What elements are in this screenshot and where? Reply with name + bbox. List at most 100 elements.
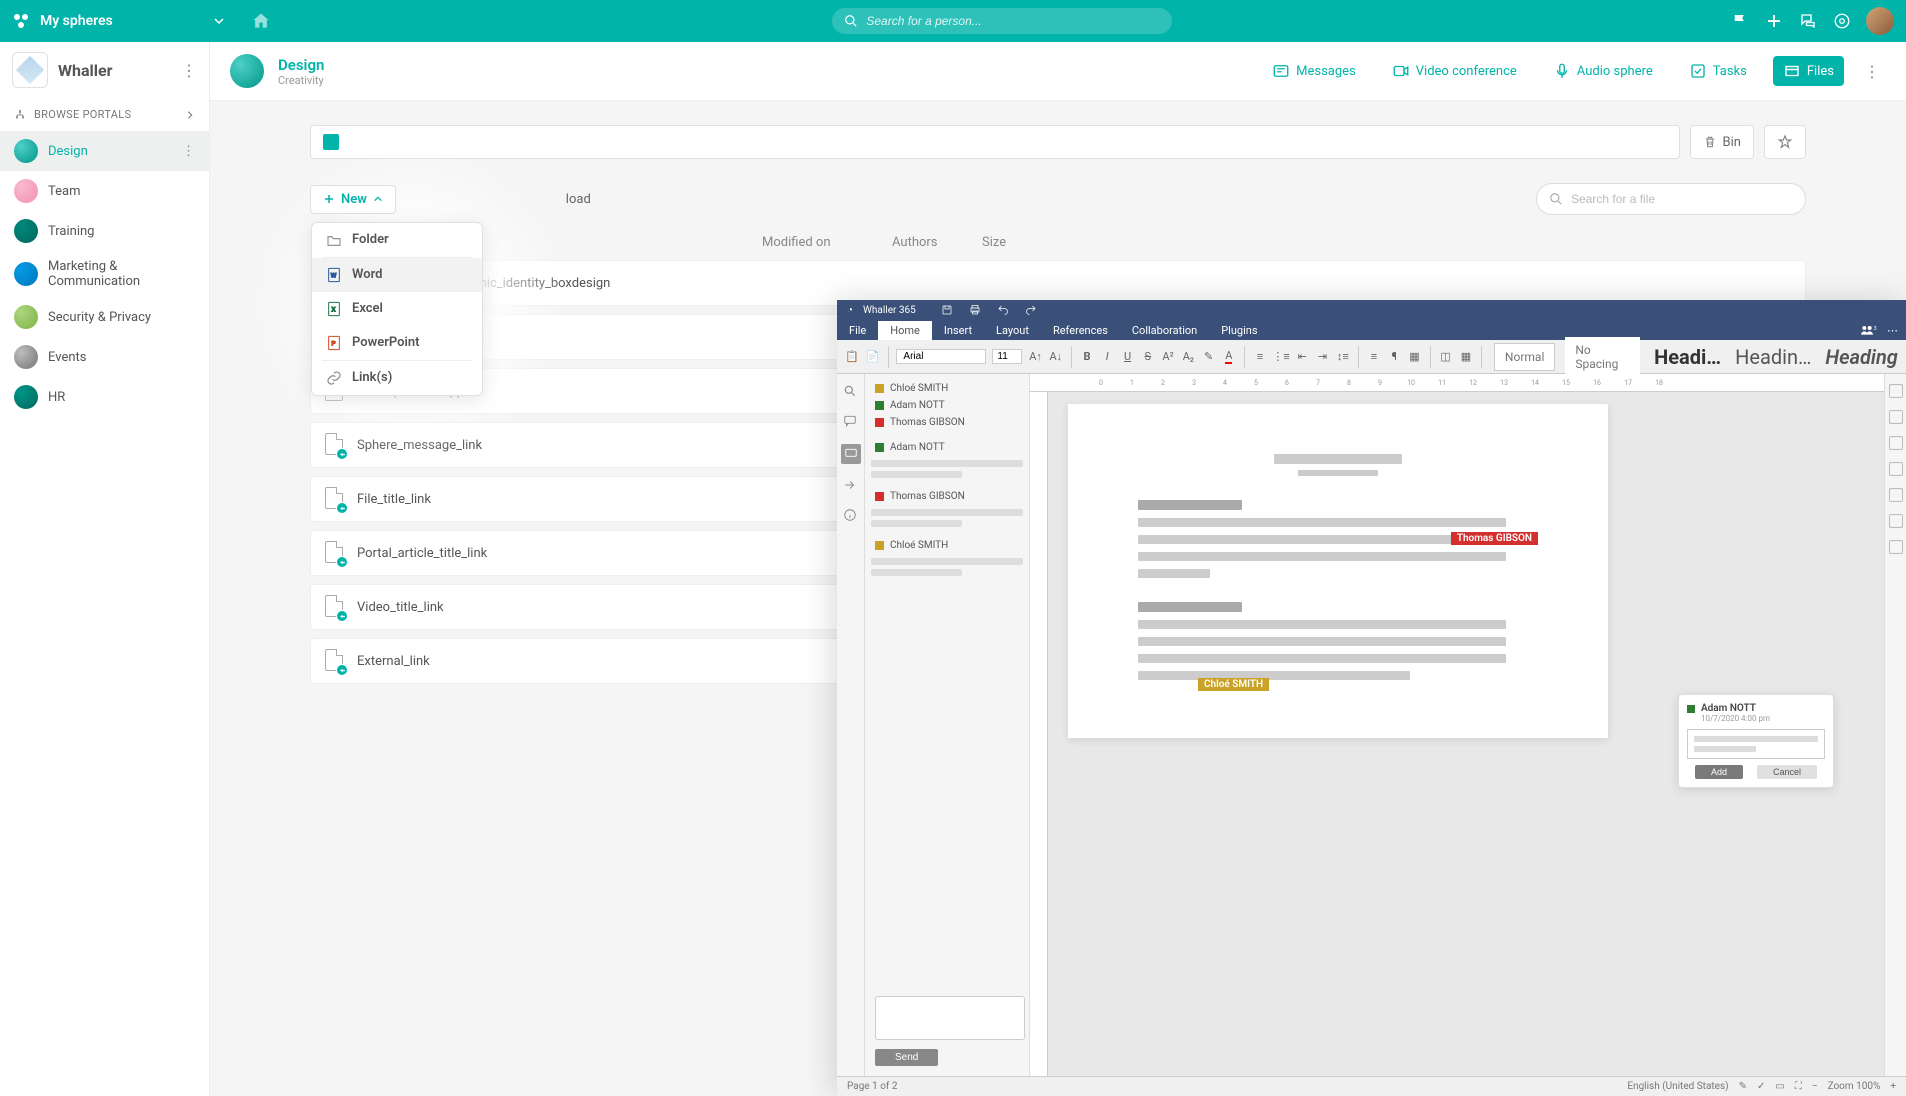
help-icon[interactable] xyxy=(1832,11,1852,31)
editor-feedback-icon[interactable] xyxy=(843,478,859,494)
font-size-select[interactable] xyxy=(992,349,1022,364)
nav-tasks[interactable]: Tasks xyxy=(1679,56,1757,86)
editor-search-icon[interactable] xyxy=(843,384,859,400)
file-search[interactable] xyxy=(1536,183,1806,215)
sidebar-item-design[interactable]: Design⋮ xyxy=(0,131,209,171)
rightrail-btn-2[interactable] xyxy=(1889,410,1903,424)
item-menu-icon[interactable]: ⋮ xyxy=(182,144,195,159)
new-powerpoint-item[interactable]: P PowerPoint xyxy=(312,326,482,360)
editor-document-area[interactable]: 0123456789101112131415161718 Thomas GIBS… xyxy=(1030,374,1884,1076)
indent-icon[interactable]: ⇥ xyxy=(1315,349,1329,365)
editor-info-icon[interactable] xyxy=(843,508,859,524)
increase-font-icon[interactable]: A↑ xyxy=(1028,349,1042,365)
col-authors[interactable]: Authors xyxy=(892,235,982,250)
subscript-icon[interactable]: A₂ xyxy=(1181,349,1195,365)
comment-add-button[interactable]: Add xyxy=(1695,765,1743,779)
chat-icon[interactable] xyxy=(1798,11,1818,31)
col-size[interactable]: Size xyxy=(982,235,1042,250)
menu-collaboration[interactable]: Collaboration xyxy=(1120,321,1209,340)
bullets-icon[interactable]: ≡ xyxy=(1253,349,1267,365)
comment-thread[interactable]: Chloé SMITH xyxy=(871,537,1023,576)
horizontal-ruler[interactable]: 0123456789101112131415161718 xyxy=(1030,374,1884,392)
paste-icon[interactable]: 📄 xyxy=(865,349,879,365)
rightrail-btn-1[interactable] xyxy=(1889,384,1903,398)
browse-portals[interactable]: BROWSE PORTALS xyxy=(0,98,209,131)
outdent-icon[interactable]: ⇤ xyxy=(1295,349,1309,365)
menu-home[interactable]: Home xyxy=(878,321,932,340)
underline-icon[interactable]: U xyxy=(1120,349,1134,365)
zoom-in-icon[interactable]: + xyxy=(1890,1081,1896,1092)
print-icon[interactable] xyxy=(968,303,982,317)
sidebar-item-marketing-communication[interactable]: Marketing & Communication xyxy=(0,251,209,297)
editor-settings-icon[interactable]: ⋯ xyxy=(1887,324,1898,337)
share-users-icon[interactable]: 3 xyxy=(1859,324,1879,337)
nav-messages[interactable]: Messages xyxy=(1262,56,1366,86)
fit-width-icon[interactable]: ⛶ xyxy=(1795,1081,1802,1092)
new-word-item[interactable]: W Word xyxy=(312,258,482,292)
strike-icon[interactable]: S xyxy=(1141,349,1155,365)
favorite-button[interactable] xyxy=(1764,125,1806,159)
insert-shape-icon[interactable]: ◫ xyxy=(1439,349,1453,365)
italic-icon[interactable]: I xyxy=(1100,349,1114,365)
style-heading-2[interactable]: Headin… xyxy=(1735,345,1811,369)
menu-file[interactable]: File xyxy=(837,321,878,340)
nav-audio-sphere[interactable]: Audio sphere xyxy=(1543,56,1663,86)
upload-button-partial[interactable]: load xyxy=(566,192,591,207)
rightrail-btn-3[interactable] xyxy=(1889,436,1903,450)
comment-cancel-button[interactable]: Cancel xyxy=(1757,765,1817,779)
language-select[interactable]: English (United States) xyxy=(1627,1081,1728,1092)
zoom-out-icon[interactable]: − xyxy=(1812,1081,1818,1092)
new-link-item[interactable]: Link(s) xyxy=(312,361,482,395)
org-menu-icon[interactable]: ⋮ xyxy=(181,61,197,80)
fit-page-icon[interactable]: ▭ xyxy=(1775,1081,1784,1092)
numbering-icon[interactable]: ⋮≡ xyxy=(1273,349,1289,365)
rightrail-btn-4[interactable] xyxy=(1889,462,1903,476)
rightrail-btn-7[interactable] xyxy=(1889,540,1903,554)
comment-thread[interactable]: Thomas GIBSON xyxy=(871,488,1023,527)
send-button[interactable]: Send xyxy=(875,1049,938,1066)
style-heading-1[interactable]: Headi… xyxy=(1654,345,1721,369)
comment-thread[interactable]: Adam NOTT xyxy=(871,439,1023,478)
style-nospacing[interactable]: No Spacing xyxy=(1565,337,1640,377)
decrease-font-icon[interactable]: A↓ xyxy=(1049,349,1063,365)
chevron-down-icon[interactable] xyxy=(213,15,225,27)
rightrail-btn-5[interactable] xyxy=(1889,488,1903,502)
new-button[interactable]: New Folder W Word X xyxy=(310,185,396,214)
insert-table-icon[interactable]: ▦ xyxy=(1459,349,1473,365)
style-heading-3[interactable]: Heading xyxy=(1825,345,1897,369)
editor-comments-icon[interactable] xyxy=(843,414,859,430)
my-spheres-dropdown[interactable]: My spheres xyxy=(40,13,113,29)
font-select[interactable] xyxy=(896,349,986,364)
col-modified[interactable]: Modified on xyxy=(762,235,892,250)
global-search-input[interactable] xyxy=(866,14,1160,28)
home-icon[interactable] xyxy=(247,7,275,35)
editor-chat-icon[interactable] xyxy=(841,444,861,464)
global-search[interactable] xyxy=(832,8,1172,34)
vertical-ruler[interactable] xyxy=(1030,392,1048,1076)
align-left-icon[interactable]: ≡ xyxy=(1367,349,1381,365)
undo-icon[interactable] xyxy=(996,303,1010,317)
comment-input[interactable] xyxy=(875,996,1025,1040)
menu-plugins[interactable]: Plugins xyxy=(1209,321,1269,340)
file-search-input[interactable] xyxy=(1571,192,1793,206)
style-normal[interactable]: Normal xyxy=(1494,343,1555,371)
copy-icon[interactable]: 📋 xyxy=(845,349,859,365)
breadcrumb-path[interactable] xyxy=(310,125,1680,159)
sidebar-item-events[interactable]: Events xyxy=(0,337,209,377)
save-icon[interactable] xyxy=(940,303,954,317)
spellcheck-icon[interactable]: ✓ xyxy=(1757,1081,1765,1092)
nav-files[interactable]: Files xyxy=(1773,56,1844,86)
linespacing-icon[interactable]: ↕≡ xyxy=(1336,349,1350,365)
menu-insert[interactable]: Insert xyxy=(932,321,984,340)
menu-references[interactable]: References xyxy=(1041,321,1120,340)
new-excel-item[interactable]: X Excel xyxy=(312,292,482,326)
plus-icon[interactable] xyxy=(1764,11,1784,31)
paragraph-icon[interactable]: ¶ xyxy=(1387,349,1401,365)
sidebar-item-team[interactable]: Team xyxy=(0,171,209,211)
comment-popup-text[interactable] xyxy=(1687,729,1825,759)
highlight-icon[interactable]: ✎ xyxy=(1201,349,1215,365)
document-page[interactable]: Thomas GIBSON Chloé SMITH xyxy=(1068,404,1608,738)
bold-icon[interactable]: B xyxy=(1080,349,1094,365)
sidebar-item-training[interactable]: Training xyxy=(0,211,209,251)
font-color-icon[interactable]: A xyxy=(1222,349,1236,365)
